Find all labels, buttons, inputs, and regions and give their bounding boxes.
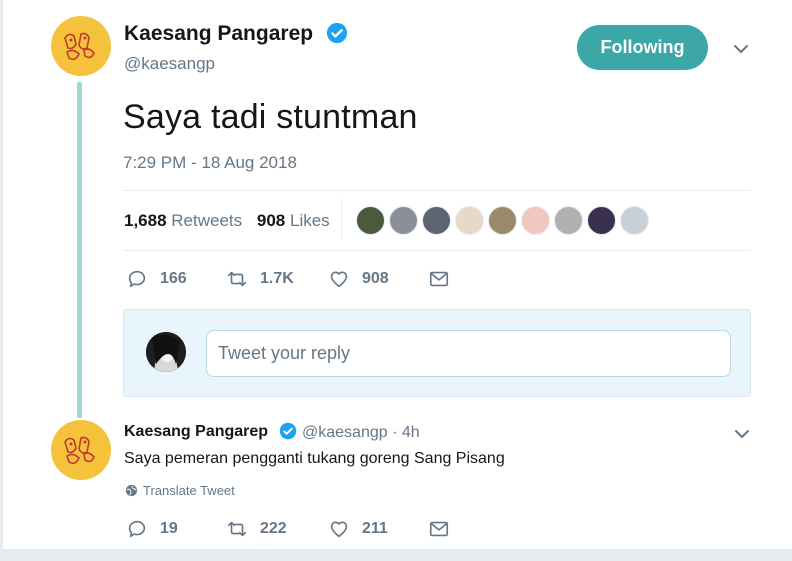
thread-line	[77, 82, 82, 418]
tweet-text: Saya tadi stuntman	[123, 98, 418, 136]
reply-icon	[128, 270, 146, 288]
retweet-icon	[227, 521, 247, 537]
translate-label[interactable]: Translate Tweet	[143, 483, 235, 498]
reply-input[interactable]	[206, 330, 731, 377]
liker-avatar[interactable]	[356, 206, 385, 235]
retweets-label[interactable]: Retweets	[171, 211, 242, 230]
like-count: 908	[362, 270, 389, 287]
liker-avatar[interactable]	[422, 206, 451, 235]
author-name[interactable]: Kaesang Pangarep	[124, 22, 313, 46]
chevron-down-icon[interactable]	[733, 425, 751, 443]
likes-label[interactable]: Likes	[290, 211, 330, 230]
liker-avatar[interactable]	[554, 206, 583, 235]
like-action[interactable]: 908	[328, 268, 428, 290]
reply-count: 166	[160, 270, 187, 287]
chevron-down-icon[interactable]	[732, 40, 750, 58]
mail-icon	[429, 521, 449, 537]
left-border	[0, 0, 3, 561]
liker-avatar[interactable]	[389, 206, 418, 235]
tweet-timestamp[interactable]: 7:29 PM - 18 Aug 2018	[123, 153, 297, 173]
reply-text: Saya pemeran pengganti tukang goreng San…	[124, 450, 505, 467]
liker-avatar[interactable]	[587, 206, 616, 235]
heart-icon	[330, 521, 348, 538]
liker-avatar[interactable]	[455, 206, 484, 235]
following-button[interactable]: Following	[577, 25, 708, 70]
retweet-icon	[227, 271, 247, 287]
reply-handle-time[interactable]: @kaesangp · 4h	[302, 424, 420, 442]
verified-badge-icon	[326, 22, 348, 44]
stats-separator	[341, 198, 342, 240]
direct-message-action[interactable]	[428, 268, 450, 290]
user-avatar[interactable]	[146, 332, 186, 372]
reply-count: 19	[160, 520, 178, 537]
reply-author-name[interactable]: Kaesang Pangarep	[124, 423, 268, 441]
retweets-count[interactable]: 1,688	[124, 211, 167, 230]
liker-avatar[interactable]	[488, 206, 517, 235]
retweet-action[interactable]: 1.7K	[226, 268, 328, 290]
reply-icon	[128, 520, 146, 538]
direct-message-action[interactable]	[428, 518, 450, 540]
reply-actions: 19 222 211	[126, 518, 450, 540]
reply-action[interactable]: 166	[126, 268, 226, 290]
reply-author-avatar[interactable]	[51, 420, 111, 480]
author-handle[interactable]: @kaesangp	[124, 54, 215, 74]
liker-avatars	[356, 206, 649, 235]
mail-icon	[429, 271, 449, 287]
globe-icon	[125, 484, 138, 497]
heart-icon	[330, 271, 348, 288]
like-count: 211	[362, 520, 388, 537]
liker-avatar[interactable]	[521, 206, 550, 235]
reply-composer	[123, 309, 751, 397]
verified-badge-icon	[279, 422, 297, 440]
liker-avatar[interactable]	[620, 206, 649, 235]
retweet-action[interactable]: 222	[226, 518, 328, 540]
retweet-count: 1.7K	[260, 270, 294, 287]
translate-tweet-link[interactable]: Translate Tweet	[125, 483, 235, 498]
retweet-count: 222	[260, 520, 287, 537]
divider	[123, 250, 751, 251]
divider	[123, 190, 751, 191]
tweet-actions: 166 1.7K 908	[126, 268, 450, 290]
bottom-border	[0, 549, 792, 561]
like-action[interactable]: 211	[328, 518, 428, 540]
likes-count[interactable]: 908	[257, 211, 285, 230]
author-avatar[interactable]	[51, 16, 111, 76]
reply-action[interactable]: 19	[126, 518, 226, 540]
tweet-stats: 1,688 Retweets 908 Likes	[124, 211, 330, 231]
